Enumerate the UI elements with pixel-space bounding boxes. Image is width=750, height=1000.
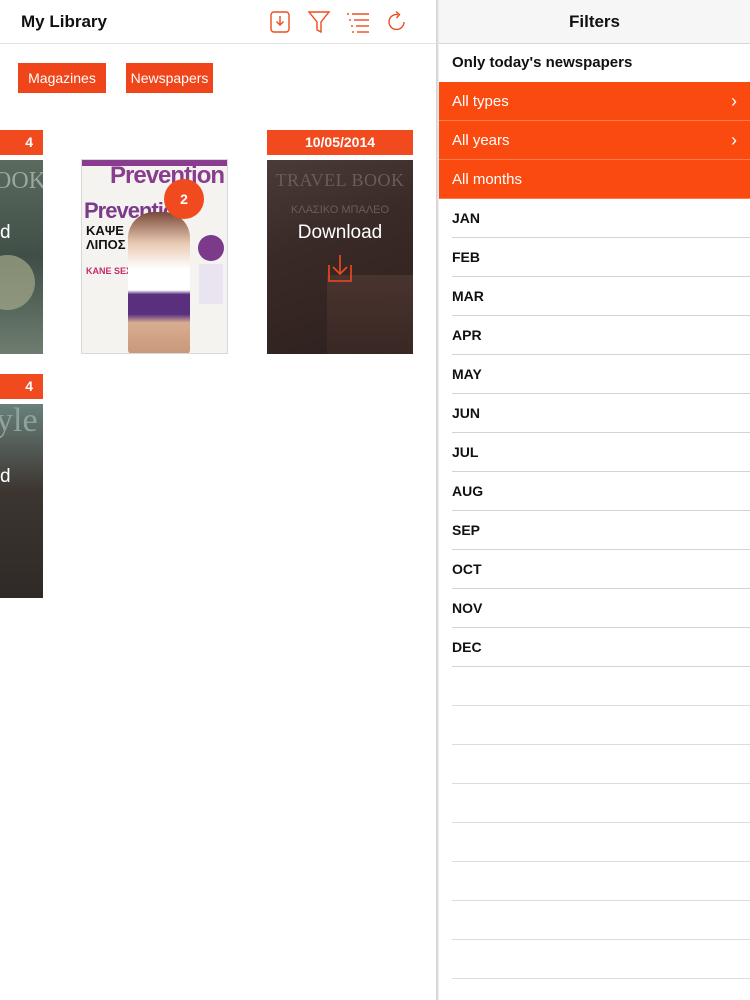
month-item-jul[interactable]: JUL — [452, 433, 750, 472]
chevron-right-icon: › — [731, 91, 737, 111]
empty-row — [452, 862, 750, 901]
cover-masthead: OOK — [0, 168, 43, 194]
filter-label: All months — [452, 171, 523, 188]
library-header: My Library — [0, 0, 438, 44]
issue-date-label: 10/05/2014 — [267, 130, 413, 155]
magazines-button[interactable]: Magazines — [18, 63, 106, 93]
cover-masthead: TRAVEL BOOK — [275, 170, 405, 190]
cover-model-image — [128, 212, 190, 353]
cover-subtitle: ΚΛΑΣΙΚΟ ΜΠΑΛΕΟ — [290, 204, 390, 216]
empty-row — [452, 667, 750, 706]
list-icon[interactable] — [346, 10, 370, 34]
filter-all-types[interactable]: All types › — [439, 82, 750, 121]
month-item-aug[interactable]: AUG — [452, 472, 750, 511]
filters-title: Filters — [568, 12, 621, 31]
issue-cover[interactable]: yle d — [0, 404, 43, 598]
cover-sticker — [198, 235, 224, 261]
issue-date-label: 4 — [0, 374, 43, 399]
download-label: d — [0, 222, 11, 243]
month-item-jun[interactable]: JUN — [452, 394, 750, 433]
filter-label: All types — [452, 93, 509, 110]
cover-sidebar-text — [199, 264, 223, 304]
month-item-apr[interactable]: APR — [452, 316, 750, 355]
filters-header: Filters — [439, 0, 750, 44]
only-today-toggle[interactable]: Only today's newspapers — [452, 54, 632, 71]
month-item-may[interactable]: MAY — [452, 355, 750, 394]
cover-masthead: yle — [0, 404, 38, 439]
month-item-mar[interactable]: MAR — [452, 277, 750, 316]
empty-row — [452, 823, 750, 862]
issue-date-label: 4 — [0, 130, 43, 155]
page-title: My Library — [21, 12, 107, 31]
cover-masthead: Prevention — [110, 162, 225, 189]
library-panel: My Library Magazines Newspapers 4 OOK d … — [0, 0, 438, 1000]
download-label: Download — [297, 222, 383, 243]
empty-row — [452, 745, 750, 784]
issue-cover-prevention[interactable]: Prevention Prevention ΚΑΨΕ ΛΙΠΟΣ ΚΑΝΕ SE… — [81, 159, 228, 354]
empty-row — [452, 940, 750, 979]
month-item-sep[interactable]: SEP — [452, 511, 750, 550]
cover-subline: ΚΑΝΕ SEX — [86, 266, 133, 276]
filters-panel: Filters Only today's newspapers All type… — [439, 0, 750, 1000]
month-item-oct[interactable]: OCT — [452, 550, 750, 589]
filter-label: All years — [452, 132, 510, 149]
download-arrow-icon[interactable] — [325, 253, 355, 283]
chevron-right-icon: › — [731, 130, 737, 150]
month-item-nov[interactable]: NOV — [452, 589, 750, 628]
download-label: d — [0, 466, 11, 487]
download-icon[interactable] — [268, 10, 292, 34]
cover-headline: ΚΑΨΕ ΛΙΠΟΣ — [86, 223, 126, 252]
filter-icon[interactable] — [307, 10, 331, 34]
month-item-jan[interactable]: JAN — [452, 199, 750, 238]
filter-all-years[interactable]: All years › — [439, 121, 750, 160]
month-item-feb[interactable]: FEB — [452, 238, 750, 277]
issue-count-badge: 2 — [164, 179, 204, 219]
newspapers-button[interactable]: Newspapers — [126, 63, 213, 93]
empty-row — [452, 901, 750, 940]
filter-all-months[interactable]: All months — [439, 160, 750, 199]
issue-cover[interactable]: OOK d — [0, 160, 43, 354]
cover-photo — [327, 275, 413, 354]
empty-row — [452, 706, 750, 745]
issue-cover-travel[interactable]: TRAVEL BOOK ΚΛΑΣΙΚΟ ΜΠΑΛΕΟ Download — [267, 160, 413, 354]
month-item-dec[interactable]: DEC — [452, 628, 750, 667]
empty-row — [452, 784, 750, 823]
refresh-icon[interactable] — [385, 10, 409, 34]
cover-image — [0, 255, 35, 310]
